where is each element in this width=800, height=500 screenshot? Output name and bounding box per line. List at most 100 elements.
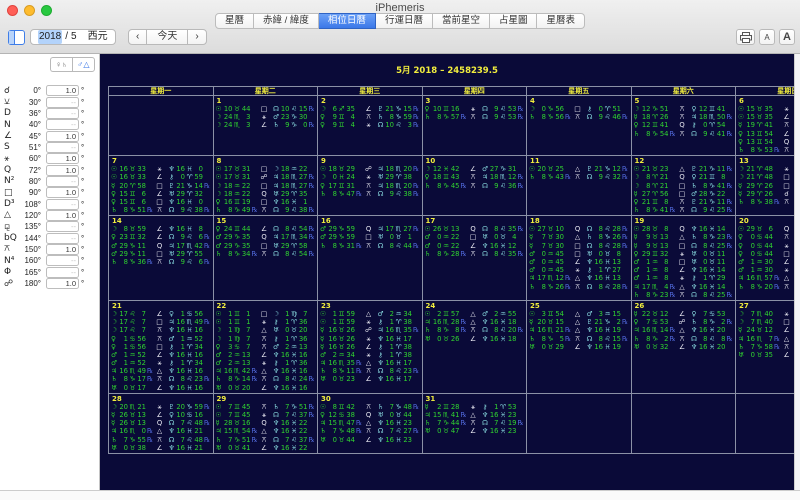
day-cell[interactable]: 28☽20♏21⚹♇20♑59℞☿26♉13∠♀10♋16☿26♉13Q☊7♌4… (109, 394, 214, 454)
aspect-row: bQ144°--° (4, 232, 97, 243)
day-cell[interactable]: 26☿22♉12∠♀7♋53♀7♋53☍♄8♑2℞♃16♏14℞△♆16♓20♄… (632, 301, 737, 394)
orb-input[interactable]: -- (46, 97, 79, 108)
day-cell[interactable] (632, 394, 737, 454)
day-cell[interactable]: 16♂29♑59Q♃17♏27℞♂29♑59□♅0♉1♄8♑31℞⚻☊8♌44℞ (318, 216, 423, 301)
day-cell[interactable]: 6☉15♉35⚹♆16♓5☉15♉35∠⚷0♈57☿19♈41⚻♃18♏43℞♀… (736, 96, 794, 156)
weekday-header: 星期五 (527, 87, 632, 96)
day-cell[interactable]: 15♀24♊44∠☊8♌54℞♂29♑35Q♃17♏34℞♂29♑35□♅29♈… (214, 216, 319, 301)
day-cell[interactable]: 11☉20♉25△♇21♑12℞♄8♑43℞⚻☊9♌32℞ (527, 156, 632, 216)
day-cell[interactable]: 23☉1♊59△♂2♒34☉1♊59⚹⚷1♈38☿16♉26☍♃16♏35℞☿1… (318, 301, 423, 394)
tab-4[interactable]: 行運日曆 (376, 13, 433, 29)
day-cell[interactable]: 20☉29♉6Q♆16♓15♀0♋44⚻♂1♒30♀0♋44⚹♅0♉14♀0♋4… (736, 216, 794, 301)
orb-input[interactable]: -- (46, 176, 79, 187)
day-cell[interactable]: 7☉16♉33⚹♆16♓0☉16♉33∠⚷0♈59☿20♈58□♇21♑14℞♀… (109, 156, 214, 216)
orb-input[interactable]: 1.0 (46, 85, 79, 96)
day-number: 8 (217, 157, 318, 165)
aspect-line: ☽0♑56□⚷0♈51 (529, 105, 631, 113)
print-button[interactable] (736, 29, 755, 45)
day-cell[interactable]: 18☉27♉10Q☊8♌28℞☿7♉30△♄8♑26℞☿7♉30□☊8♌28℞♂… (527, 216, 632, 301)
day-cell[interactable]: 2☽6♐35∠♇21♑15℞♀9♊4⚻♄8♑59℞♀9♊4⚹☊10♌3℞ (318, 96, 423, 156)
day-cell[interactable]: 10☽12♓42∠♂27♑31♀18♊43⚻♃18♏12℞♄8♑45℞⚻☊9♌3… (423, 156, 528, 216)
day-cell[interactable] (527, 394, 632, 454)
day-cell[interactable]: 12☉21♉23△♇21♑11℞☽8♈21Q♀21♊8☽8♈21□♄8♑41℞☿… (632, 156, 737, 216)
orb-input[interactable]: -- (46, 255, 79, 266)
aspect-line: ♂1♒8∠♆16♓14 (634, 266, 736, 274)
planets-toggle-button[interactable]: ♀♄ (50, 57, 72, 72)
orb-input[interactable]: 1.0 (46, 210, 79, 221)
aspect-line: ☿7♉30△♄8♑26℞ (529, 233, 631, 241)
aspects-toggle-button[interactable]: ♂△ (72, 57, 95, 72)
aspect-line: ♂0♒45□♅0♉8 (529, 250, 631, 258)
aspect-line: ♄8♑56℞⚻☊9♌46℞ (529, 113, 631, 121)
aspect-line: ♄8♑23℞⚻☊8♌25℞ (634, 291, 736, 299)
prev-month-button[interactable]: ‹ (128, 29, 147, 45)
orb-input[interactable]: -- (46, 221, 79, 232)
weekday-header: 星期一 (109, 87, 214, 96)
day-cell[interactable]: 24☉2♊57△♂2♒55♃16♏28℞△♆16♓18♄8♑8℞⚻☊8♌20℞♅… (423, 301, 528, 394)
year-value[interactable]: 2018 (38, 30, 62, 44)
month-value[interactable]: 5 (71, 30, 77, 44)
toolbar-right-group: A A (736, 29, 795, 45)
aspect-line: ♀12♋38Q♅0♉44 (320, 411, 422, 419)
aspect-line: ♃16♏14℞△♆16♓20 (634, 326, 736, 334)
orb-input[interactable]: 1.0 (46, 187, 79, 198)
orb-input[interactable]: 1.0 (46, 278, 79, 289)
tab-3[interactable]: 相位日曆 (319, 13, 376, 29)
orb-input[interactable]: -- (46, 267, 79, 278)
aspect-angle: 150° (18, 245, 41, 254)
orb-input[interactable]: -- (46, 233, 79, 244)
day-cell[interactable]: 8☉17♉31□☽18♒22☉17♉31☍♃18♏27℞☽18♒22□♃18♏2… (214, 156, 319, 216)
horizontal-scrollbar[interactable] (0, 490, 800, 500)
aspect-line: ♄8♑26℞⚻☊8♌28℞ (529, 283, 631, 291)
orb-input[interactable]: -- (46, 199, 79, 210)
day-cell[interactable] (736, 394, 794, 454)
day-cell[interactable]: 13☽21♈48⚹♀22♊2☽21♈48□♇21♑10℞☿29♈26□♂28♑4… (736, 156, 794, 216)
orb-input[interactable]: 1.0 (46, 131, 79, 142)
orb-input[interactable]: 1.0 (46, 153, 79, 164)
day-cell[interactable]: 21☽17♌7∠♀1♋56☽17♌7□♃16♏49℞☽17♌7⚻♆16♓16♀1… (109, 301, 214, 394)
tab-2[interactable]: 赤緯 / 緯度 (254, 13, 319, 29)
day-cell[interactable]: 14☽8♉59∠♆16♓8♀23♊32∠☊9♌6℞♂29♑11Q♃17♏42℞♂… (109, 216, 214, 301)
aspect-line: ☉27♉10Q☊8♌28℞ (529, 225, 631, 233)
era-label: 西元 (88, 30, 108, 44)
day-cell[interactable] (109, 96, 214, 156)
day-cell[interactable]: 30☉8♊42⚻♄7♑48℞♀12♋38Q♅0♉44♃15♏47℞△♆16♓23… (318, 394, 423, 454)
day-cell[interactable]: 3♀10♊16⚹☊9♌53℞♄8♑57℞⚻☊9♌53℞ (423, 96, 528, 156)
tab-1[interactable]: 星曆 (215, 13, 254, 29)
day-cell[interactable]: 5☽12♑51⚻♀12♊41☿18♈26⚻♃18♏50℞♀12♊41Q⚷0♈54… (632, 96, 737, 156)
day-number: 6 (739, 97, 794, 105)
sidebar-toggle-button[interactable] (8, 30, 25, 45)
vertical-scrollbar[interactable] (794, 54, 800, 490)
day-cell[interactable]: 4☽0♑56□⚷0♈51♄8♑56℞⚻☊9♌46℞ (527, 96, 632, 156)
date-field[interactable]: 2018 / 5 西元 (30, 29, 116, 45)
aspect-line: ♂0♒45⚹⚷1♈27 (529, 266, 631, 274)
day-cell[interactable]: 27☽7♏40⚹♄7♑58℞☽7♏40□☊8♌4℞☿24♉12∠♀9♋4♃16♏… (736, 301, 794, 394)
day-cell[interactable]: 31☿2♊28⚹⚷1♈53♃15♏41℞△♆16♓23♄7♑44℞⚻☊7♌19℞… (423, 394, 528, 454)
tab-7[interactable]: 星曆表 (537, 13, 585, 29)
day-number: 12 (635, 157, 736, 165)
day-cell[interactable]: 19☉28♉8Q♆16♓14☿9♉13△♄8♑23℞☿9♉13□☊8♌25℞♀2… (632, 216, 737, 301)
day-cell[interactable]: 9☉18♉29☍♃18♏20℞☽0♓24⚹♅29♈38♀17♊31⚻♃18♏20… (318, 156, 423, 216)
orb-input[interactable]: 1.0 (46, 244, 79, 255)
day-cell[interactable]: 22☉1♊1□☽1♍7☉1♊1⚹⚷1♈36☽1♍7△♅0♉20☽1♍7⚻⚷1♈3… (214, 301, 319, 394)
tab-5[interactable]: 當前星空 (433, 13, 490, 29)
day-cell[interactable]: 1☉10♉44□☊10♌15℞☽24♏3⚹♂23♑30☽24♏3∠♄9♑0℞ (214, 96, 319, 156)
day-cell[interactable]: 29☉7♊45⚻♄7♑51℞☉7♊45⚹☊7♌37℞☿28♉16Q♆16♓22♃… (214, 394, 319, 454)
orb-input[interactable]: -- (46, 119, 79, 130)
orb-input[interactable]: -- (46, 142, 79, 153)
aspect-line: ♅0♉44∠♆16♓23 (320, 436, 422, 444)
aspect-line: ☽17♌7□♃16♏49℞ (111, 318, 213, 326)
font-decrease-button[interactable]: A (759, 29, 775, 45)
day-cell[interactable]: 25☉3♊54△♂3♒15☿20♉15△♇21♑2℞♃16♏21℞△♆16♓19… (527, 301, 632, 394)
aspect-line: ☉3♊54△♂3♒15 (529, 310, 631, 318)
next-month-button[interactable]: › (187, 29, 206, 45)
today-button[interactable]: 今天 (147, 29, 187, 45)
aspect-angle: 30° (18, 98, 41, 107)
day-cell[interactable]: 17☉26♉13Q☊8♌35℞♂0♒22□♅0♉4♂0♒22∠♆16♓12♄8♑… (423, 216, 528, 301)
tab-6[interactable]: 占星圖 (490, 13, 538, 29)
orb-input[interactable]: -- (46, 108, 79, 119)
aspect-row: D³108°--° (4, 198, 97, 209)
aspect-line: ♂29♑35□♅29♈58 (216, 242, 318, 250)
orb-input[interactable]: 1.0 (46, 165, 79, 176)
font-increase-button[interactable]: A (779, 29, 795, 45)
